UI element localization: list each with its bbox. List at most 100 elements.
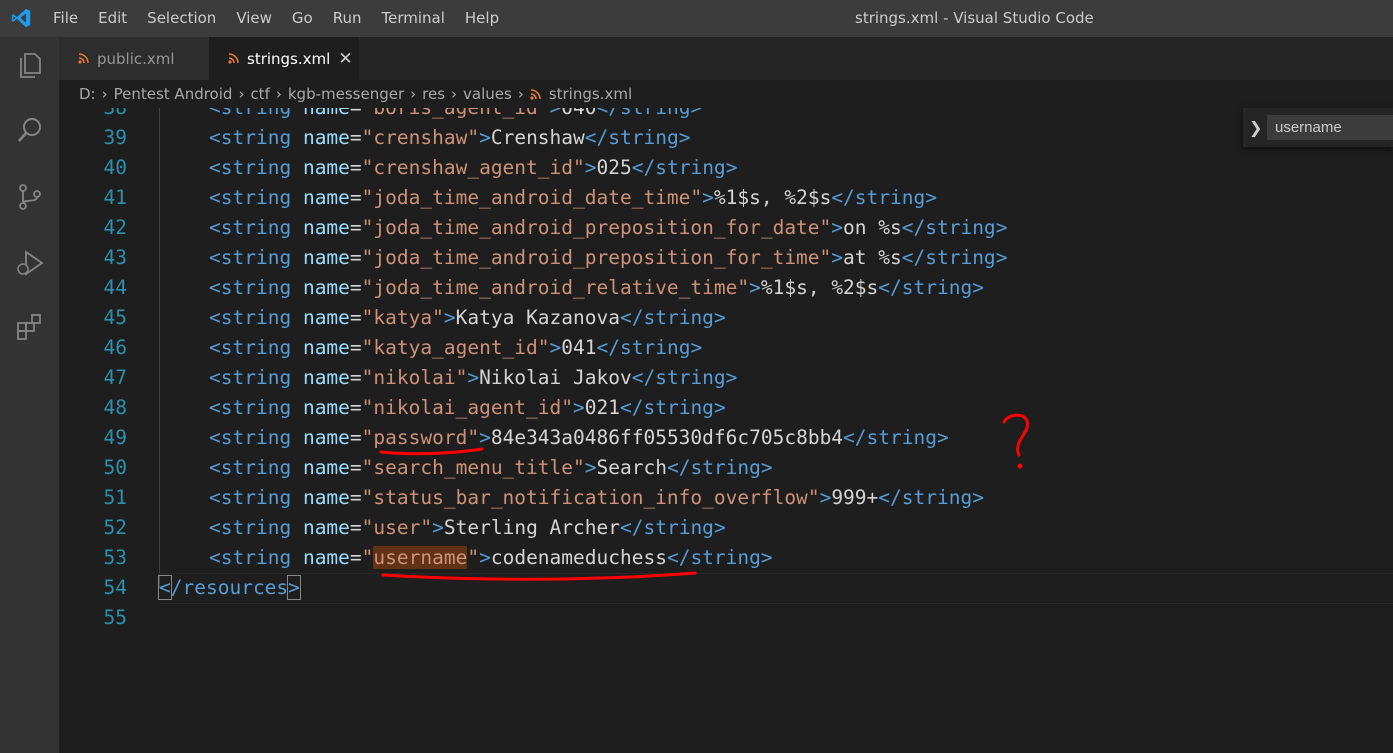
breadcrumb-item[interactable]: D: bbox=[79, 85, 96, 103]
code-line[interactable]: 42 <string name="joda_time_android_prepos… bbox=[59, 213, 1393, 243]
code-line[interactable]: 52 <string name="user">Sterling Archer</s… bbox=[59, 513, 1393, 543]
code-line[interactable]: 43 <string name="joda_time_android_prepos… bbox=[59, 243, 1393, 273]
source-control-icon[interactable] bbox=[14, 181, 46, 213]
attribute-value: nikolai_agent_id bbox=[373, 396, 562, 419]
window-title: strings.xml - Visual Studio Code bbox=[855, 9, 1094, 27]
code-line[interactable]: 47 <string name="nikolai">Nikolai Jakov</… bbox=[59, 363, 1393, 393]
tab-strings-xml[interactable]: strings.xml ✕ bbox=[209, 37, 359, 80]
tag-bracket: > bbox=[995, 246, 1008, 269]
string-value: Search bbox=[596, 456, 667, 479]
code-line[interactable]: 38<string name="boris_agent_id">040</str… bbox=[59, 108, 1393, 123]
attribute-name: name bbox=[302, 546, 350, 569]
line-number: 50 bbox=[103, 456, 127, 479]
menu-view[interactable]: View bbox=[226, 0, 282, 37]
code-line[interactable]: 41 <string name="joda_time_android_date_t… bbox=[59, 183, 1393, 213]
attribute-value: joda_time_android_relative_time bbox=[373, 276, 738, 299]
menu-terminal[interactable]: Terminal bbox=[372, 0, 455, 37]
quote: " bbox=[561, 396, 574, 419]
code-line[interactable]: 50 <string name="search_menu_title">Searc… bbox=[59, 453, 1393, 483]
line-content: <string name="search_menu_title">Search<… bbox=[209, 453, 773, 483]
tag-bracket: > bbox=[725, 366, 738, 389]
menu-edit[interactable]: Edit bbox=[88, 0, 137, 37]
menu-go[interactable]: Go bbox=[282, 0, 323, 37]
tag-slash: / bbox=[170, 576, 183, 599]
toggle-replace-chevron-icon[interactable]: ❯ bbox=[1249, 118, 1262, 137]
quote: " bbox=[807, 486, 820, 509]
tag-bracket: </ bbox=[878, 276, 902, 299]
breadcrumb-item[interactable]: values bbox=[463, 85, 512, 103]
quote: " bbox=[467, 126, 480, 149]
tag-name: string bbox=[901, 486, 973, 509]
breadcrumb-item[interactable]: Pentest Android bbox=[114, 85, 233, 103]
menu-run[interactable]: Run bbox=[323, 0, 372, 37]
code-line[interactable]: 54 </resources> bbox=[59, 573, 1393, 603]
tag-name: string bbox=[901, 276, 973, 299]
breadcrumb-item[interactable]: kgb-messenger bbox=[288, 85, 404, 103]
tag-bracket: </ bbox=[901, 216, 926, 239]
tag-bracket: </ bbox=[843, 426, 867, 449]
line-number: 51 bbox=[103, 486, 127, 509]
quote: " bbox=[573, 156, 585, 179]
tag-bracket: > bbox=[584, 456, 597, 479]
menu-file[interactable]: File bbox=[43, 0, 88, 37]
explorer-icon[interactable] bbox=[14, 49, 46, 81]
tag-bracket: > bbox=[584, 156, 597, 179]
close-icon[interactable]: ✕ bbox=[338, 49, 352, 69]
menu-bar: File Edit Selection View Go Run Terminal Help bbox=[43, 0, 509, 37]
line-content: <string name="joda_time_android_date_tim… bbox=[209, 183, 937, 213]
vscode-logo-icon bbox=[11, 8, 31, 28]
equals: = bbox=[349, 216, 362, 239]
code-line[interactable]: 51 <string name="status_bar_notification_… bbox=[59, 483, 1393, 513]
code-line[interactable]: 53 <string name="username">codenameduches… bbox=[59, 543, 1393, 573]
extensions-icon[interactable] bbox=[14, 311, 46, 343]
breadcrumb-item[interactable]: strings.xml bbox=[549, 85, 632, 103]
tag-bracket: </ bbox=[584, 126, 609, 149]
tag-bracket: < bbox=[209, 156, 221, 179]
code-line[interactable]: 39 <string name="crenshaw">Crenshaw</stri… bbox=[59, 123, 1393, 153]
code-editor[interactable]: 38<string name="boris_agent_id">040</str… bbox=[59, 108, 1393, 753]
code-line[interactable]: 49 <string name="password">84e343a0486ff0… bbox=[59, 423, 1393, 453]
tag-name: string bbox=[854, 186, 926, 209]
code-line[interactable]: 45 <string name="katya">Katya Kazanova</s… bbox=[59, 303, 1393, 333]
quote: " bbox=[361, 366, 374, 389]
tag-bracket: < bbox=[209, 306, 221, 329]
breadcrumb-item[interactable]: res bbox=[422, 85, 445, 103]
string-value: Sterling Archer bbox=[443, 516, 620, 539]
string-value: 040 bbox=[561, 108, 596, 119]
find-input[interactable]: username bbox=[1267, 115, 1393, 140]
chevron-right-icon: › bbox=[517, 85, 524, 103]
tag-bracket: </ bbox=[596, 336, 621, 359]
menu-selection[interactable]: Selection bbox=[137, 0, 226, 37]
line-content: <string name="nikolai_agent_id">021</str… bbox=[209, 393, 726, 423]
code-line[interactable]: 46 <string name="katya_agent_id">041</str… bbox=[59, 333, 1393, 363]
equals: = bbox=[349, 486, 362, 509]
quote: " bbox=[361, 546, 374, 569]
equals: = bbox=[349, 336, 362, 359]
code-line[interactable]: 40 <string name="crenshaw_agent_id">025</… bbox=[59, 153, 1393, 183]
code-line[interactable]: 55 bbox=[59, 603, 1393, 633]
search-icon[interactable] bbox=[14, 115, 46, 147]
tag-name: string bbox=[220, 486, 292, 509]
attribute-name: name bbox=[302, 336, 350, 359]
tag-name: string bbox=[643, 306, 714, 329]
tab-public-xml[interactable]: public.xml bbox=[59, 37, 209, 80]
code-line[interactable]: 44 <string name="joda_time_android_relati… bbox=[59, 273, 1393, 303]
code-line[interactable]: 48 <string name="nikolai_agent_id">021</s… bbox=[59, 393, 1393, 423]
run-debug-icon[interactable] bbox=[14, 247, 46, 279]
tag-bracket: < bbox=[209, 216, 221, 239]
quote: " bbox=[573, 456, 585, 479]
rss-icon bbox=[530, 88, 541, 100]
line-number: 53 bbox=[103, 546, 127, 569]
line-number: 45 bbox=[103, 306, 127, 329]
equals: = bbox=[349, 426, 362, 449]
quote: " bbox=[361, 126, 374, 149]
menu-help[interactable]: Help bbox=[455, 0, 509, 37]
line-content: <string name="joda_time_android_relative… bbox=[209, 273, 984, 303]
rss-icon bbox=[228, 53, 239, 64]
quote: " bbox=[361, 396, 374, 419]
tag-bracket: </ bbox=[597, 108, 620, 119]
attribute-value: search_menu_title bbox=[373, 456, 574, 479]
breadcrumb-item[interactable]: ctf bbox=[250, 85, 269, 103]
tag-bracket: > bbox=[925, 186, 937, 209]
